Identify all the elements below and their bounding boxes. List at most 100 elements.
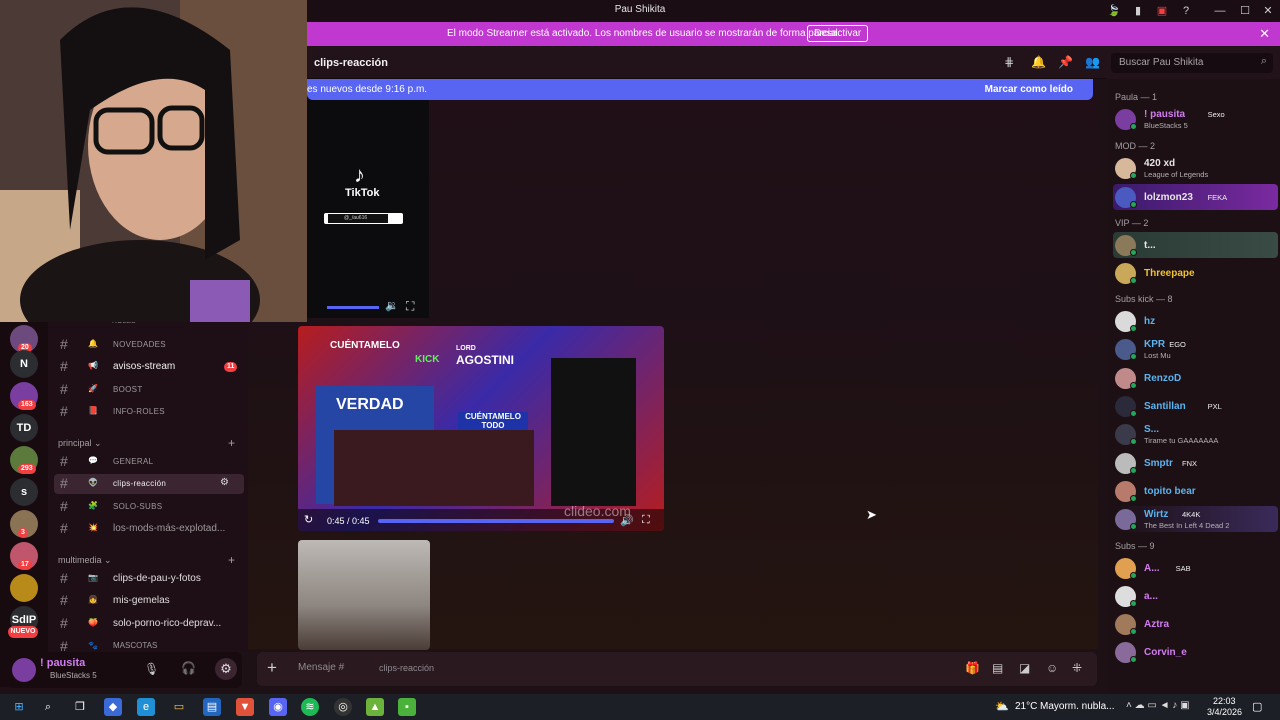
weather-icon[interactable]: ⛅ — [995, 700, 1009, 713]
video-scene — [334, 430, 534, 506]
channel-item[interactable]: # 📷 clips-de-pau-y-fotos — [54, 569, 244, 589]
apps-icon[interactable]: ⁜ — [1072, 661, 1082, 675]
member-item[interactable]: Threepape — [1113, 260, 1278, 286]
channel-item[interactable]: # 👧 mis-gemelas — [54, 591, 244, 611]
threads-icon[interactable]: ⋕ — [1004, 55, 1014, 69]
member-item[interactable]: ! pausita Sexo BlueStacks 5 — [1113, 106, 1278, 132]
search-input[interactable]: Buscar Pau Shikita ⌕ — [1111, 53, 1273, 73]
volume-icon[interactable]: 🔉 — [385, 299, 399, 312]
member-item[interactable]: t... — [1113, 232, 1278, 258]
server-icon[interactable] — [10, 574, 38, 602]
server-icon[interactable]: s — [10, 478, 38, 506]
emoji-icon[interactable]: ☺ — [1046, 661, 1058, 675]
channel-item[interactable]: # 💬 GENERAL — [54, 452, 244, 472]
member-item[interactable]: hz — [1113, 308, 1278, 334]
member-tag: Sexo — [1207, 110, 1225, 119]
server-icon[interactable]: N — [10, 350, 38, 378]
channel-item[interactable]: # 🚀 BOOST — [54, 380, 244, 400]
member-name: Wirtz — [1144, 509, 1169, 520]
folder-icon[interactable]: ▭ — [170, 698, 188, 716]
member-item[interactable]: 420 xd League of Legends — [1113, 155, 1278, 181]
discord-icon[interactable]: ◉ — [269, 698, 287, 716]
member-item[interactable]: Aztra — [1113, 611, 1278, 637]
video-embed[interactable]: CUÉNTAMELO KICK LORD AGOSTINI VERDAD CUÉ… — [298, 326, 664, 531]
member-item[interactable]: S... Tirame tu GAAAAAAA — [1113, 421, 1278, 447]
channel-item[interactable]: # 🧩 SOLO-SUBS — [54, 497, 244, 517]
members-icon[interactable]: 👥 — [1085, 55, 1100, 69]
member-item[interactable]: RenzoD — [1113, 365, 1278, 391]
edge-icon[interactable]: e — [137, 698, 155, 716]
notifications-icon[interactable]: ▢ — [1252, 700, 1262, 713]
member-item[interactable]: Wirtz 4K4K The Best In Left 4 Dead 2 — [1113, 506, 1278, 532]
category-principal[interactable]: principal ⌄ + — [58, 436, 235, 450]
disable-streamer-button[interactable]: Desactivar — [807, 25, 869, 42]
close-window-button[interactable]: ✕ — [1260, 3, 1276, 19]
video-volume-icon[interactable]: 🔊 — [620, 514, 634, 527]
gif-icon[interactable]: ▤ — [992, 661, 1003, 675]
channel-item[interactable]: # 📕 INFO-ROLES — [54, 402, 244, 422]
server-sidebar: 20 N 163 TD 293 s 3 17 SdIP NUEVO — [0, 322, 48, 687]
search-taskbar-icon[interactable]: ⌕ — [39, 698, 57, 716]
brave-icon[interactable]: ▼ — [236, 698, 254, 716]
copilot-icon[interactable]: ◆ — [104, 698, 122, 716]
app-icon[interactable]: ▪ — [398, 698, 416, 716]
server-icon[interactable]: TD — [10, 414, 38, 442]
channel-item[interactable]: # 📢 avisos-stream 11 — [54, 357, 244, 377]
member-item[interactable]: A... SAB — [1113, 555, 1278, 581]
microphone-icon[interactable]: 🎙 — [144, 662, 159, 676]
tray-icons[interactable]: ˄ ☁ ▭ ◄ ♪ ▣ — [1126, 700, 1190, 711]
pin-icon[interactable]: 📌 — [1058, 55, 1073, 69]
category-multimedia[interactable]: multimedia ⌄ + — [58, 553, 235, 567]
task-view-icon[interactable]: ❐ — [71, 698, 89, 716]
channel-settings-icon[interactable]: ⚙ — [220, 477, 229, 488]
channel-item[interactable]: # 🔔 NOVEDADES — [54, 335, 244, 355]
mark-as-read-button[interactable]: Marcar como leído — [985, 84, 1073, 95]
inbox-icon[interactable]: ▣ — [1154, 3, 1170, 19]
add-channel-icon[interactable]: + — [228, 553, 235, 567]
online-status-icon — [1130, 495, 1137, 502]
store-icon[interactable]: ▤ — [203, 698, 221, 716]
channel-item[interactable]: # 🍑 solo-porno-rico-deprav... — [54, 614, 244, 634]
member-item[interactable]: Santillan PXL — [1113, 393, 1278, 419]
close-icon[interactable]: ✕ — [1259, 26, 1270, 42]
sticker-icon[interactable]: ◪ — [1019, 661, 1030, 675]
bell-icon[interactable]: 🔔 — [1031, 55, 1046, 69]
member-group-title: Paula — 1 — [1115, 92, 1158, 102]
online-status-icon — [1130, 410, 1137, 417]
member-list: Paula — 1 ! pausita Sexo BlueStacks 5 MOD — … — [1107, 79, 1280, 694]
spotify-icon[interactable]: ≋ — [301, 698, 319, 716]
obs-icon[interactable]: ◎ — [334, 698, 352, 716]
gift-icon[interactable]: 🎁 — [965, 661, 980, 675]
maximize-button[interactable]: ☐ — [1237, 3, 1253, 19]
video-fullscreen-icon[interactable]: ⛶ — [642, 514, 650, 527]
fullscreen-icon[interactable]: ⛶ — [406, 299, 414, 314]
hash-icon: # — [60, 475, 68, 491]
settings-gear-icon[interactable]: ⚙ — [215, 658, 237, 680]
windows-start-icon[interactable]: ⊞ — [10, 698, 28, 716]
channel-item[interactable]: # 👽 clips-reacción ⚙ — [54, 474, 244, 494]
member-item[interactable]: a... — [1113, 583, 1278, 609]
avatar[interactable] — [12, 658, 36, 682]
new-messages-bar[interactable]: es nuevos desde 9:16 p.m. Marcar como le… — [307, 79, 1093, 100]
channel-item[interactable]: # 💥 los-mods-más-explotad... — [54, 519, 244, 539]
server-icon[interactable]: NUEVO — [8, 626, 38, 638]
help-icon[interactable]: ? — [1178, 3, 1194, 19]
headphones-icon[interactable]: 🎧 — [181, 661, 196, 675]
leaf-icon[interactable]: 🍃 — [1106, 3, 1122, 19]
bookmark-icon[interactable]: ▮ — [1130, 3, 1146, 19]
member-item[interactable]: Smptr FNX — [1113, 450, 1278, 476]
bluestacks-icon[interactable]: ▲ — [366, 698, 384, 716]
member-item[interactable]: Corvin_e — [1113, 639, 1278, 665]
image-embed[interactable] — [298, 540, 430, 650]
add-attachment-icon[interactable]: + — [267, 658, 277, 678]
member-item[interactable]: KPR EGO Lost Mu — [1113, 336, 1278, 362]
video-progress[interactable] — [378, 519, 614, 523]
replay-icon[interactable]: ↻ — [304, 513, 313, 526]
minimize-button[interactable]: — — [1212, 3, 1228, 19]
member-item[interactable]: lolzmon23 FEKA — [1113, 184, 1278, 210]
member-item[interactable]: topito bear — [1113, 478, 1278, 504]
tiktok-progress[interactable] — [327, 306, 379, 309]
tiktok-video[interactable]: ♪ TikTok @_/au616 🔉 ⛶ — [307, 100, 429, 318]
add-channel-icon[interactable]: + — [228, 436, 235, 450]
message-composer[interactable]: + Mensaje # clips-reacción 🎁 ▤ ◪ ☺ ⁜ — [257, 652, 1097, 686]
